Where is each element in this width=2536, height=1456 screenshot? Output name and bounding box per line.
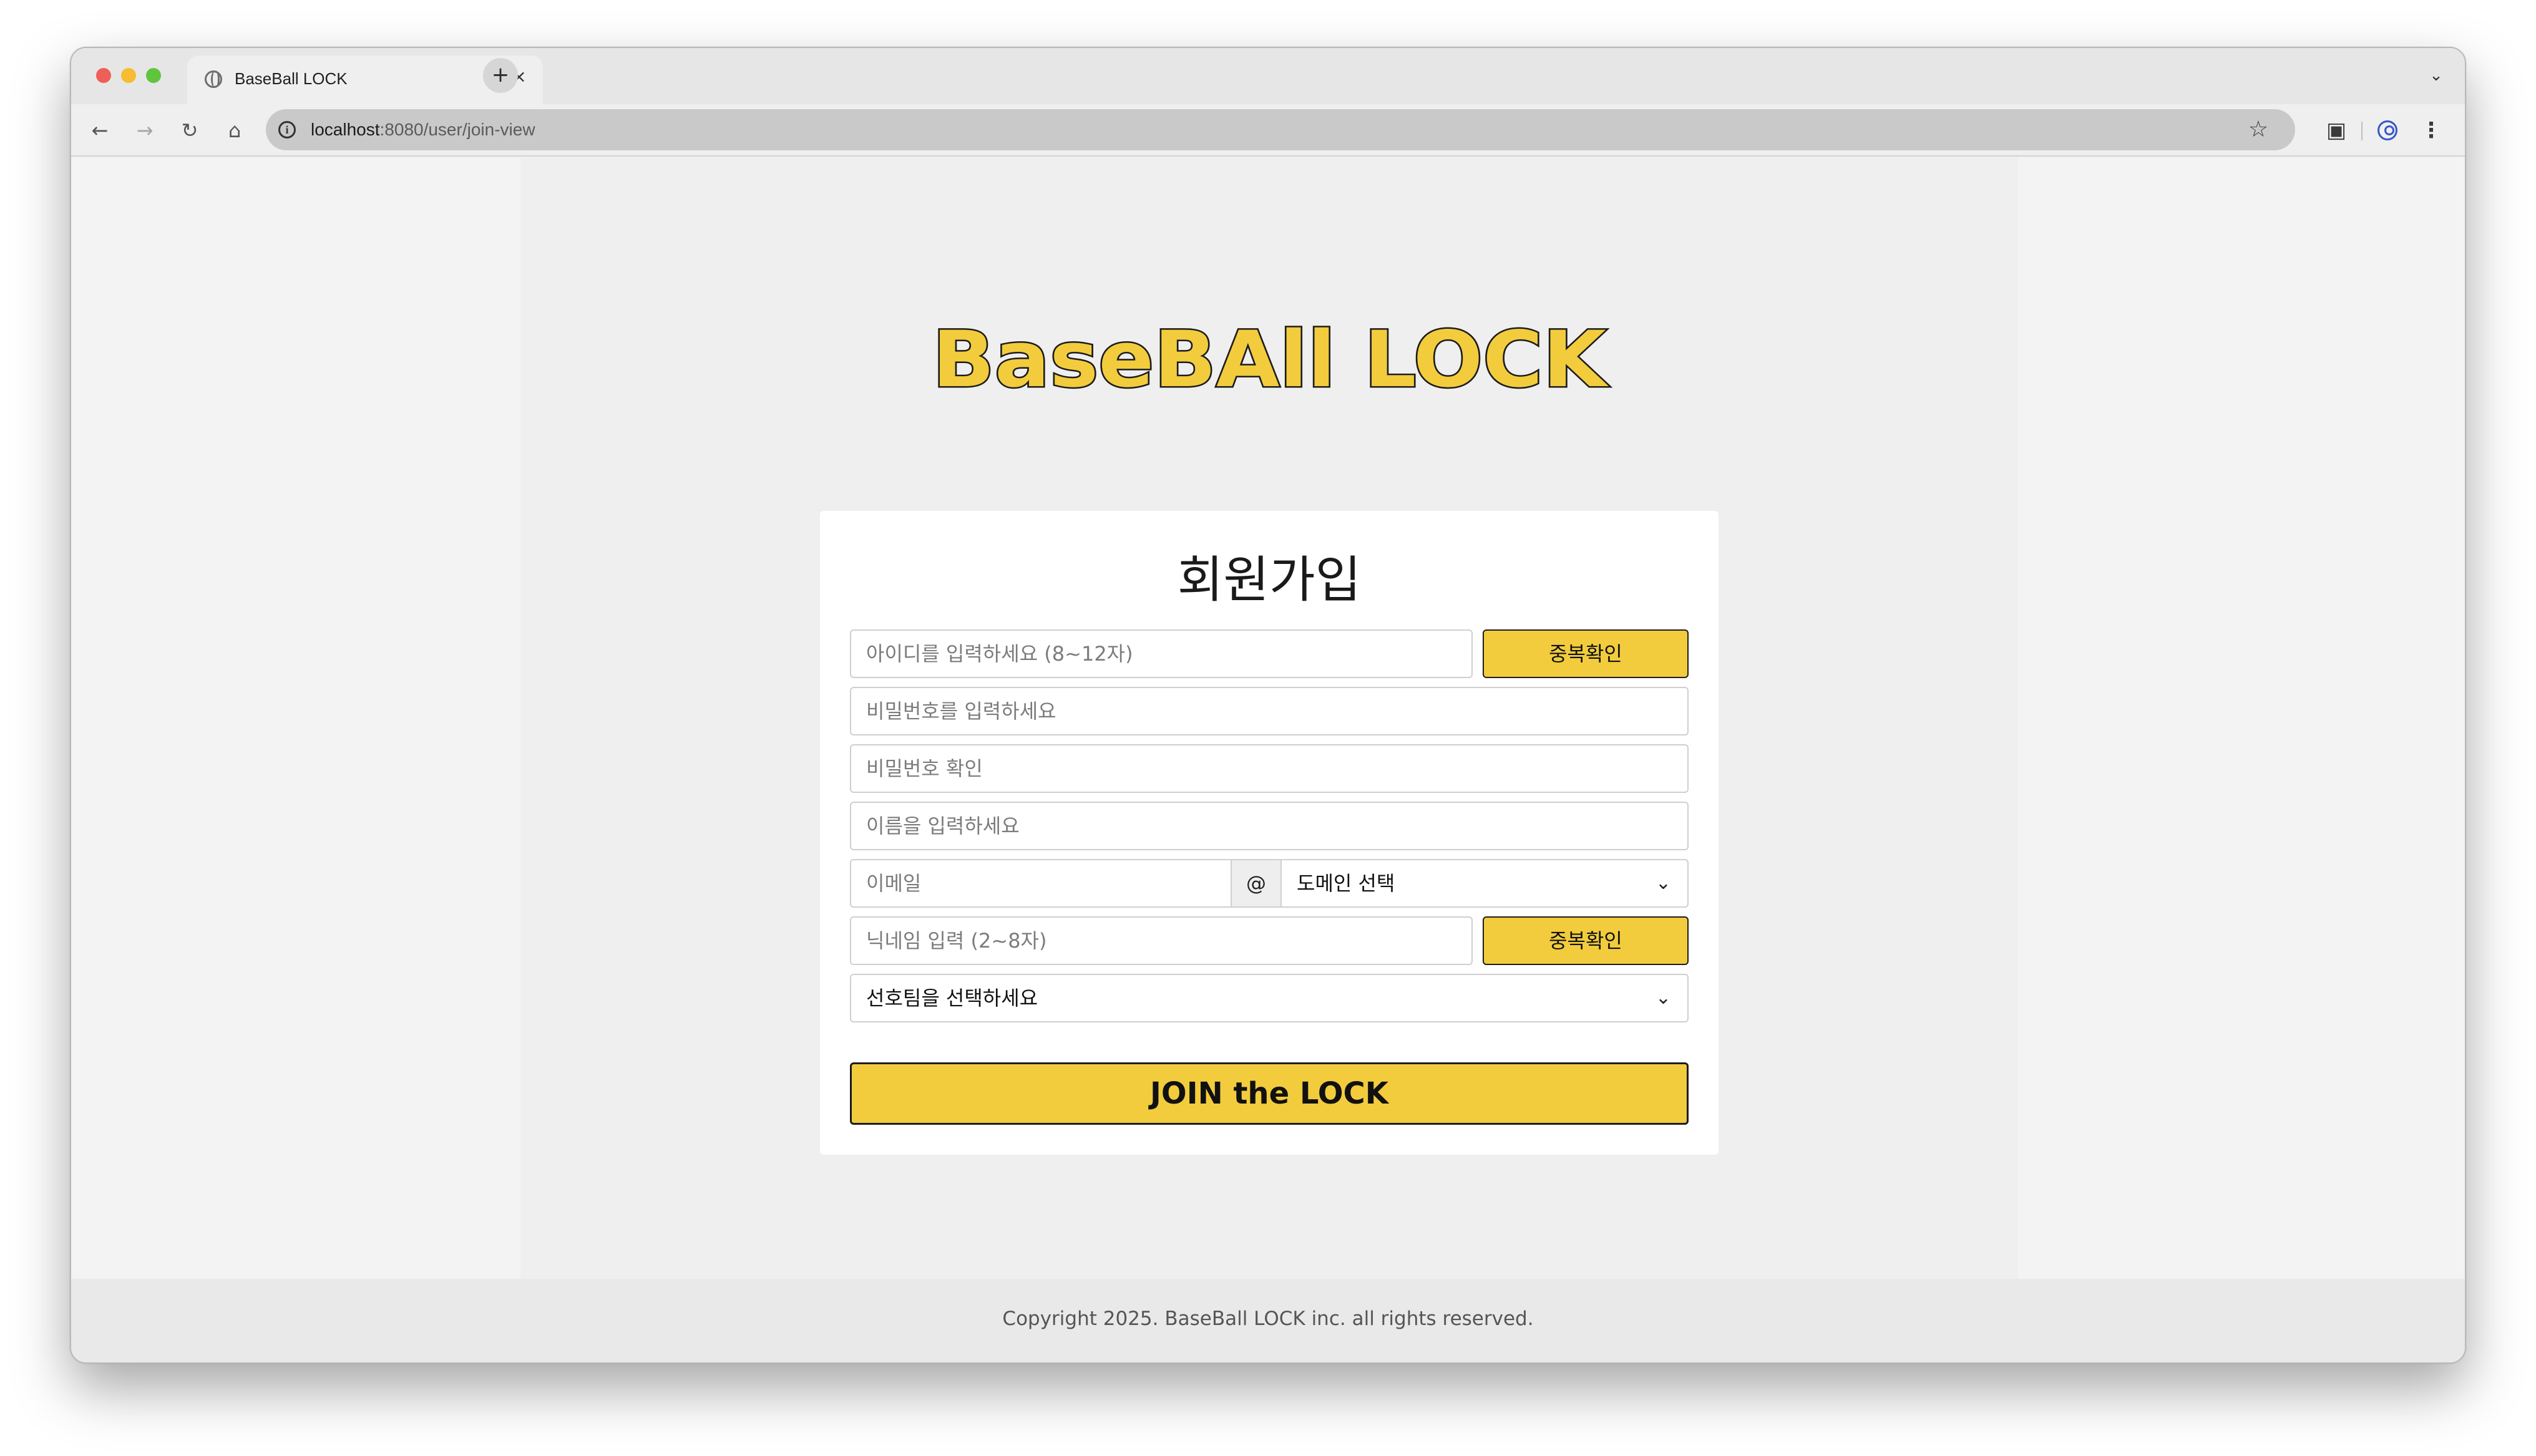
browser-toolbar: ← → ↻ ⌂ i localhost:8080/user/join-view …: [71, 104, 2465, 157]
address-bar[interactable]: i localhost:8080/user/join-view ☆: [266, 109, 2295, 150]
url-host: localhost: [311, 120, 380, 139]
page-viewport: BaseBAll LOCK 회원가입 중복확인 @ 도메인 선택 ⌄ 중복확인 …: [71, 158, 2465, 1362]
tab-strip: BaseBall LOCK × + ⌄: [71, 48, 2465, 104]
footer: Copyright 2025. BaseBall LOCK inc. all r…: [71, 1279, 2465, 1362]
site-info-icon[interactable]: i: [278, 121, 296, 138]
email-local-input[interactable]: [850, 859, 1232, 908]
email-domain-selected: 도메인 선택: [1297, 871, 1395, 895]
kebab-menu-icon[interactable]: ⋮: [2415, 114, 2447, 147]
url-text[interactable]: localhost:8080/user/join-view: [311, 120, 535, 140]
favorite-team-selected: 선호팀을 선택하세요: [866, 986, 1038, 1010]
user-id-input[interactable]: [850, 629, 1473, 678]
copyright-text: Copyright 2025. BaseBall LOCK inc. all r…: [1002, 1308, 1534, 1330]
forward-arrow-icon[interactable]: →: [129, 114, 161, 147]
name-input[interactable]: [850, 802, 1689, 850]
bookmark-star-icon[interactable]: ☆: [2244, 115, 2273, 144]
maximize-window-button[interactable]: [146, 68, 161, 83]
password-input[interactable]: [850, 687, 1689, 735]
logo-text: BaseBAll LOCK: [932, 319, 1609, 400]
back-arrow-icon[interactable]: ←: [84, 114, 116, 147]
browser-window: BaseBall LOCK × + ⌄ ← → ↻ ⌂ i localhost:…: [70, 47, 2466, 1364]
close-window-button[interactable]: [96, 68, 111, 83]
toolbar-divider: [2361, 122, 2363, 140]
tab-title: BaseBall LOCK: [235, 69, 348, 88]
new-tab-button[interactable]: +: [483, 58, 518, 93]
minimize-window-button[interactable]: [121, 68, 136, 83]
nickname-duplicate-check-button[interactable]: 중복확인: [1483, 916, 1689, 965]
reload-icon[interactable]: ↻: [173, 114, 206, 147]
page-side-right: [2016, 158, 2465, 1279]
email-at-addon: @: [1231, 859, 1282, 908]
nickname-input[interactable]: [850, 916, 1473, 965]
join-submit-button[interactable]: JOIN the LOCK: [850, 1062, 1689, 1125]
tab-search-chevron-icon[interactable]: ⌄: [2424, 63, 2449, 88]
signup-card: 회원가입 중복확인 @ 도메인 선택 ⌄ 중복확인 선호팀을 선택하세요 ⌄ J…: [820, 511, 1719, 1155]
chevron-down-icon: ⌄: [1655, 987, 1671, 1009]
email-domain-select[interactable]: 도메인 선택 ⌄: [1280, 859, 1689, 908]
url-path: :8080/user/join-view: [379, 120, 535, 139]
chevron-down-icon: ⌄: [1655, 872, 1671, 894]
id-duplicate-check-button[interactable]: 중복확인: [1483, 629, 1689, 678]
globe-icon: [205, 70, 222, 88]
page-title: 회원가입: [1177, 551, 1362, 609]
site-logo[interactable]: BaseBAll LOCK: [926, 319, 1612, 400]
password-confirm-input[interactable]: [850, 744, 1689, 793]
puzzle-extensions-icon[interactable]: ▣: [2320, 114, 2353, 147]
profile-icon[interactable]: [2371, 114, 2404, 147]
favorite-team-select[interactable]: 선호팀을 선택하세요 ⌄: [850, 974, 1689, 1022]
page-side-left: [71, 158, 520, 1279]
home-icon[interactable]: ⌂: [218, 114, 251, 147]
